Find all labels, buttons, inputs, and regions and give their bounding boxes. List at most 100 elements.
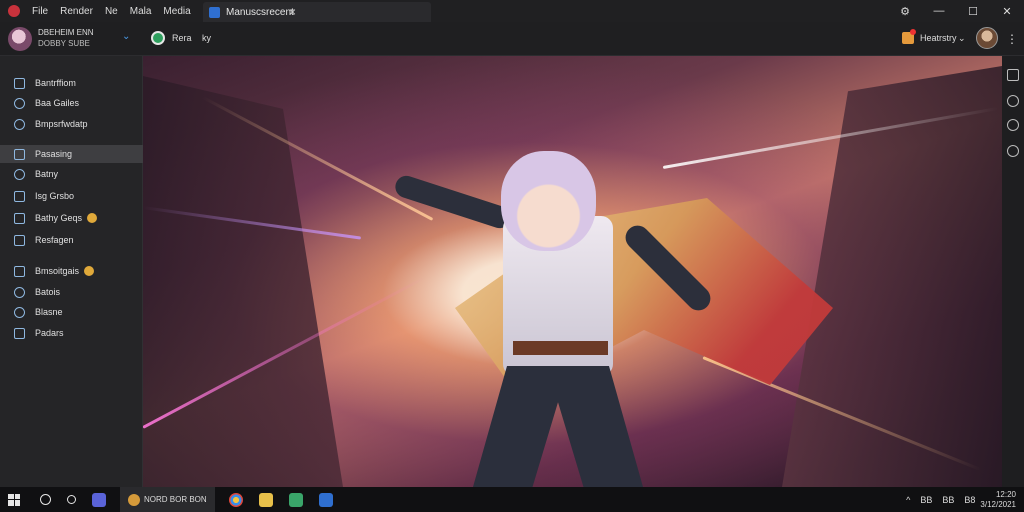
avatar[interactable] — [8, 27, 32, 51]
rotate-icon[interactable] — [1007, 119, 1019, 131]
artwork-canvas[interactable] — [143, 56, 1002, 487]
top-bar: DBEHEIM ENN DOBBY SUBE ⌄ Rera ky Heatrst… — [0, 22, 1024, 56]
sidebar-item-label: Bmpsrfwdatp — [35, 119, 88, 129]
user-subtitle: DOBBY SUBE — [38, 39, 90, 48]
tray-item[interactable]: BB — [920, 495, 932, 505]
image-icon — [14, 148, 25, 160]
clock-time: 12:20 — [995, 489, 1016, 499]
menu-mala[interactable]: Mala — [124, 6, 158, 17]
sidebar-item-label: Batois — [35, 287, 61, 297]
sidebar-item-label: Blasne — [35, 307, 63, 317]
sidebar-item-batny[interactable]: Batny — [0, 165, 143, 183]
sidebar-item-isg-grsbo[interactable]: Isg Grsbo — [0, 187, 143, 205]
app-active-icon[interactable] — [318, 492, 333, 507]
sidebar-item-resfagen[interactable]: Resfagen — [0, 231, 143, 249]
background-building-right — [782, 66, 1002, 487]
sidebar-item-pasasing[interactable]: Pasasing — [0, 145, 143, 163]
hero-head — [501, 151, 596, 251]
window-controls: ⚙ — ☐ ✕ — [888, 0, 1024, 22]
app-logo-icon — [8, 5, 20, 17]
sidebar-item-baa-gailes[interactable]: Baa Gailes — [0, 94, 143, 112]
tab-close-icon[interactable]: × — [289, 5, 296, 19]
puzzle-icon — [14, 327, 25, 339]
clock-icon — [14, 306, 25, 318]
tray-chevron-icon[interactable]: ^ — [906, 495, 910, 505]
status-label[interactable]: Rera — [172, 33, 192, 43]
chevron-down-icon[interactable]: ⌄ — [122, 31, 130, 42]
status-icon[interactable] — [151, 31, 165, 45]
expand-icon[interactable] — [1007, 69, 1019, 81]
close-button[interactable]: ✕ — [990, 5, 1024, 18]
sidebar: Bantrffiom Baa Gailes Bmpsrfwdatp Pasasi… — [0, 56, 143, 487]
hero-arm-left — [392, 172, 514, 232]
sidebar-item-blasne[interactable]: Blasne — [0, 303, 143, 321]
coin-icon — [87, 213, 98, 223]
maximize-button[interactable]: ☐ — [956, 5, 990, 18]
sidebar-item-bantrffiom[interactable]: Bantrffiom — [0, 74, 143, 92]
menu-file[interactable]: File — [26, 6, 54, 17]
sidebar-item-label: Bathy Geqs — [35, 213, 83, 223]
title-bar: File Render Ne Mala Media Malp Manuscsre… — [0, 0, 1024, 22]
profile-avatar[interactable] — [976, 27, 998, 49]
system-clock[interactable]: 12:20 3/12/2021 — [980, 490, 1016, 510]
cortana-icon[interactable] — [67, 495, 76, 504]
settings-icon[interactable]: ⚙ — [888, 5, 922, 18]
sidebar-item-bathy-geqs[interactable]: Bathy Geqs — [0, 209, 143, 227]
task-app-icon — [128, 493, 140, 506]
info-icon[interactable] — [1007, 145, 1019, 157]
hero-belt — [513, 341, 608, 355]
sidebar-item-batois[interactable]: Batois — [0, 283, 143, 301]
tab-app-icon — [209, 6, 220, 18]
chevron-down-icon[interactable]: ⌄ — [958, 33, 966, 44]
notification-badge — [910, 29, 916, 35]
tray-item[interactable]: BB — [942, 495, 954, 505]
search-icon[interactable] — [40, 494, 51, 505]
coin-icon — [84, 266, 95, 276]
menu-media[interactable]: Media — [157, 6, 196, 17]
sync-icon — [14, 118, 25, 130]
windows-start-icon[interactable] — [8, 493, 20, 506]
tab-active[interactable]: Manuscsrecent × — [203, 2, 431, 22]
store-icon[interactable] — [288, 492, 303, 507]
browser-icon[interactable] — [228, 492, 243, 507]
tray-item[interactable]: B8 — [964, 495, 975, 505]
sidebar-item-label: Pasasing — [35, 149, 73, 159]
background-building-left — [143, 76, 343, 487]
sidebar-item-label: Baa Gailes — [35, 98, 80, 108]
user-name: DBEHEIM ENN — [38, 28, 94, 37]
grid-icon — [14, 190, 25, 202]
tab-label: Manuscsrecent — [226, 6, 294, 18]
settings-icon — [14, 286, 25, 298]
upload-icon — [14, 212, 25, 224]
hero-legs — [473, 366, 643, 487]
right-toolbar — [1002, 56, 1024, 487]
status-extra[interactable]: ky — [202, 33, 211, 43]
clock-date: 3/12/2021 — [980, 499, 1016, 509]
circle-icon — [14, 168, 25, 180]
menu-render[interactable]: Render — [54, 6, 99, 17]
task-label: NORD BOR BON — [144, 495, 207, 504]
chart-icon — [14, 234, 25, 246]
sidebar-item-bmsoitgais[interactable]: Bmsoitgais — [0, 262, 143, 280]
system-tray: ^ BB BB B8 12:20 3/12/2021 — [901, 487, 1016, 512]
sidebar-item-label: Bmsoitgais — [35, 266, 80, 276]
globe-icon — [14, 97, 25, 109]
sidebar-item-label: Bantrffiom — [35, 78, 76, 88]
sidebar-item-label: Isg Grsbo — [35, 191, 75, 201]
more-options-icon[interactable]: ⋮ — [1006, 32, 1018, 46]
folder-icon — [14, 77, 25, 89]
sidebar-item-label: Batny — [35, 169, 59, 179]
file-explorer-icon[interactable] — [258, 492, 273, 507]
app-pinned-icon[interactable] — [92, 492, 106, 507]
sidebar-item-bmpsrfwdatp[interactable]: Bmpsrfwdatp — [0, 115, 143, 133]
taskbar: NORD BOR BON ^ BB BB B8 12:20 3/12/2021 — [0, 487, 1024, 512]
sidebar-item-padars[interactable]: Padars — [0, 324, 143, 342]
minimize-button[interactable]: — — [922, 5, 956, 17]
zoom-icon[interactable] — [1007, 95, 1019, 107]
sidebar-item-label: Resfagen — [35, 235, 74, 245]
taskbar-task[interactable]: NORD BOR BON — [120, 487, 215, 512]
menu-ne[interactable]: Ne — [99, 6, 124, 17]
inbox-icon — [14, 265, 25, 277]
sidebar-item-label: Padars — [35, 328, 64, 338]
notification-label[interactable]: Heatrstry — [920, 33, 957, 43]
